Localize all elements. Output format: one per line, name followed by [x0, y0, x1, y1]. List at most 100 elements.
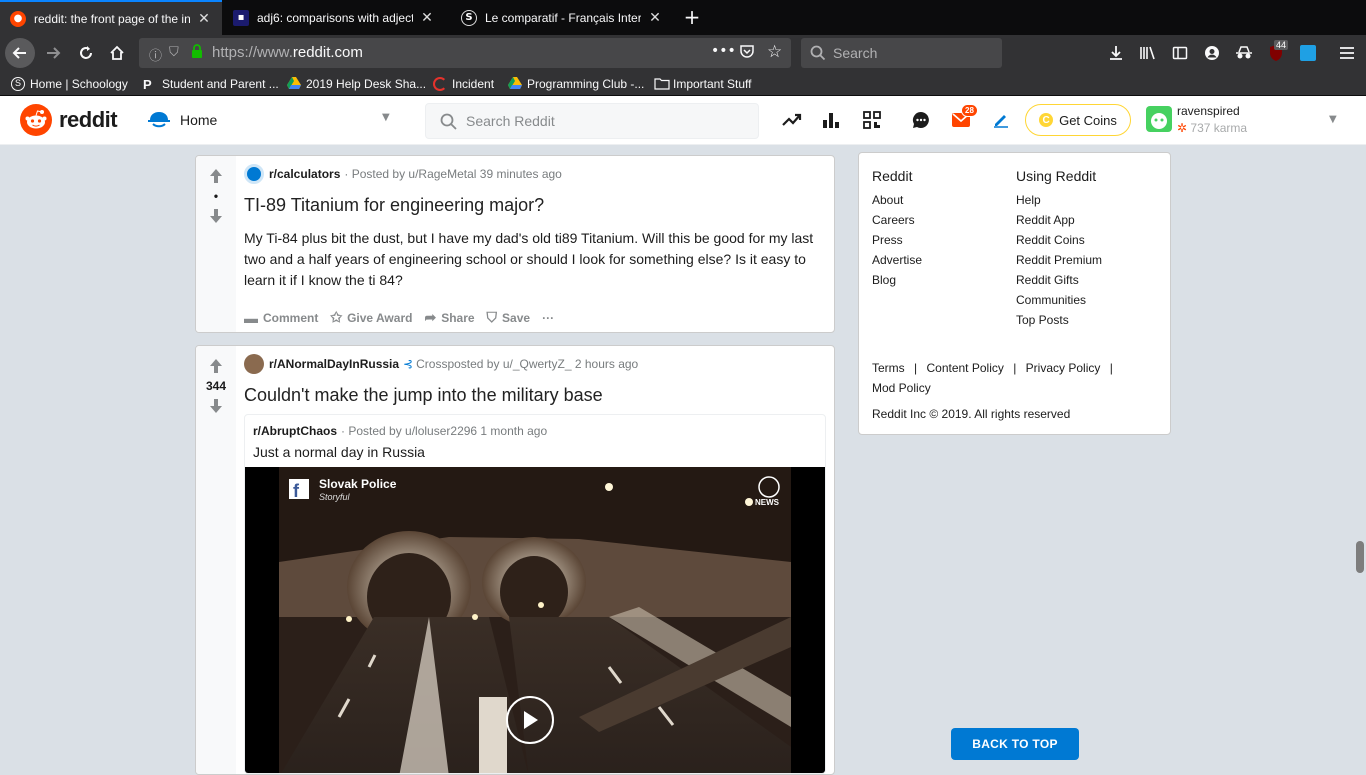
reddit-premium-link[interactable]: Reddit Premium [1016, 253, 1102, 267]
share-button[interactable]: ➦ Share [424, 309, 474, 326]
close-tab-icon[interactable]: ✕ [196, 11, 212, 27]
chat-button[interactable] [909, 108, 933, 132]
back-button[interactable] [5, 38, 35, 68]
extension-blue-button[interactable] [1294, 39, 1322, 67]
bookmark-student-parent[interactable]: P Student and Parent ... [143, 75, 279, 93]
upvote-arrow-icon[interactable] [208, 358, 224, 374]
play-button[interactable] [506, 696, 554, 744]
separator: | [914, 361, 918, 375]
video-player[interactable]: f Slovak Police Storyful NEWS [245, 467, 825, 773]
bookmark-important-stuff[interactable]: Important Stuff [654, 75, 752, 93]
reload-button[interactable] [72, 39, 100, 67]
home-button[interactable] [103, 39, 131, 67]
careers-link[interactable]: Careers [872, 213, 922, 227]
page-actions-icon[interactable]: ••• [711, 43, 736, 59]
bookmark-incident[interactable]: Incident [433, 75, 494, 93]
extension-button[interactable] [1230, 39, 1258, 67]
bookmark-programming-club[interactable]: Programming Club -... [508, 75, 644, 93]
tab-reddit[interactable]: ● reddit: the front page of the inte ✕ [0, 0, 222, 35]
about-link[interactable]: About [872, 193, 922, 207]
bookmark-star-icon[interactable]: ☆ [767, 42, 782, 62]
communities-link[interactable]: Communities [1016, 293, 1102, 307]
browser-search-field[interactable]: Search [801, 38, 1002, 68]
p-icon: P [143, 77, 152, 92]
award-label: Give Award [347, 310, 413, 325]
menu-button[interactable] [1333, 39, 1361, 67]
crosspost-embed[interactable]: r/AbruptChaos · Posted by u/loluser2296 … [244, 414, 826, 774]
close-tab-icon[interactable]: ✕ [419, 10, 435, 26]
blog-link[interactable]: Blog [872, 273, 922, 287]
sidebar-icon [1172, 46, 1188, 60]
reddit-search-input[interactable]: Search Reddit [425, 103, 759, 139]
forward-button[interactable] [39, 39, 67, 67]
bookmark-label: 2019 Help Desk Sha... [306, 77, 427, 91]
inbox-button[interactable]: 28 [949, 104, 978, 132]
save-button[interactable]: ⛉ Save [487, 309, 531, 326]
new-tab-button[interactable]: + [681, 4, 703, 30]
bookmark-schoology[interactable]: S Home | Schoology [11, 75, 128, 93]
post-title[interactable]: TI-89 Titanium for engineering major? [244, 195, 544, 216]
crosspost-subreddit-link[interactable]: r/AbruptChaos [253, 424, 337, 438]
content-policy-link[interactable]: Content Policy [926, 361, 1003, 375]
lock-icon [191, 44, 202, 58]
terms-link[interactable]: Terms [872, 361, 905, 375]
username: ravenspired [1177, 104, 1240, 118]
reddit-coins-link[interactable]: Reddit Coins [1016, 233, 1102, 247]
close-tab-icon[interactable]: ✕ [647, 10, 663, 26]
downloads-button[interactable] [1102, 39, 1130, 67]
advertise-link[interactable]: Advertise [872, 253, 922, 267]
press-link[interactable]: Press [872, 233, 922, 247]
upvote-arrow-icon[interactable] [208, 168, 224, 184]
post-card[interactable]: 344 r/ANormalDayInRussia ⊰ Crossposted b… [195, 345, 835, 775]
video-watermark-sub: Storyful [319, 492, 351, 502]
karma-text: 737 karma [1190, 121, 1248, 135]
comment-button[interactable]: ▬ Comment [244, 310, 318, 326]
post-title[interactable]: Couldn't make the jump into the military… [244, 385, 603, 406]
scrollbar-thumb[interactable] [1356, 541, 1364, 573]
create-post-button[interactable] [989, 108, 1013, 132]
popular-button[interactable] [780, 108, 804, 132]
top-posts-link[interactable]: Top Posts [1016, 313, 1102, 327]
url-bar[interactable]: ⓘ ⛉ https://www.reddit.com ••• ☆ [139, 38, 791, 68]
privacy-policy-link[interactable]: Privacy Policy [1026, 361, 1101, 375]
home-feed-selector[interactable]: Home ▼ [148, 106, 396, 134]
url-prefix: https://www. [212, 44, 293, 61]
tab-adj6[interactable]: ▪ adj6: comparisons with adjectiv ✕ [223, 0, 445, 35]
sidebar-toggle-button[interactable] [1166, 39, 1194, 67]
reddit-logo[interactable]: reddit [20, 104, 118, 136]
ublock-extension-button[interactable]: 44 [1262, 39, 1290, 67]
reddit-live-button[interactable] [860, 108, 884, 132]
url-text[interactable]: https://www.reddit.com [212, 44, 363, 61]
all-button[interactable] [819, 108, 843, 132]
downvote-arrow-icon[interactable] [208, 208, 224, 224]
mod-policy-link[interactable]: Mod Policy [872, 381, 931, 395]
tracking-shield-icon[interactable]: ⛉ [169, 45, 179, 60]
pocket-icon[interactable] [739, 43, 755, 63]
help-link[interactable]: Help [1016, 193, 1102, 207]
post-card[interactable]: • r/calculators · Posted by u/RageMetal … [195, 155, 835, 333]
vote-column: 344 [196, 346, 236, 774]
library-button[interactable] [1134, 39, 1162, 67]
reddit-app-link[interactable]: Reddit App [1016, 213, 1102, 227]
bookmark-help-desk[interactable]: 2019 Help Desk Sha... [287, 75, 426, 93]
back-to-top-button[interactable]: BACK TO TOP [951, 728, 1079, 760]
video-watermark: Slovak Police [319, 477, 397, 491]
user-dropdown[interactable]: ravenspired ✲ 737 karma ▼ [1146, 104, 1346, 138]
more-options-button[interactable]: ··· [542, 311, 554, 325]
drive-icon [508, 77, 522, 91]
downvote-arrow-icon[interactable] [208, 398, 224, 414]
browser-tab-strip: ● reddit: the front page of the inte ✕ ▪… [0, 0, 1366, 35]
give-award-button[interactable]: ✩ Give Award [330, 309, 412, 326]
reddit-gifts-link[interactable]: Reddit Gifts [1016, 273, 1102, 287]
award-icon: ✩ [330, 309, 343, 325]
chart-extension-icon [1300, 45, 1316, 61]
get-coins-button[interactable]: C Get Coins [1025, 104, 1131, 136]
info-icon[interactable]: ⓘ [149, 45, 162, 64]
bookmark-label: Home | Schoology [30, 77, 128, 91]
account-button[interactable] [1198, 39, 1226, 67]
subreddit-icon [244, 164, 264, 184]
tab-le-comparatif[interactable]: S Le comparatif - Français Interac ✕ [451, 0, 673, 35]
subreddit-link[interactable]: r/calculators [269, 167, 340, 181]
copyright: Reddit Inc © 2019. All rights reserved [872, 407, 1071, 421]
subreddit-link[interactable]: r/ANormalDayInRussia [269, 357, 399, 371]
